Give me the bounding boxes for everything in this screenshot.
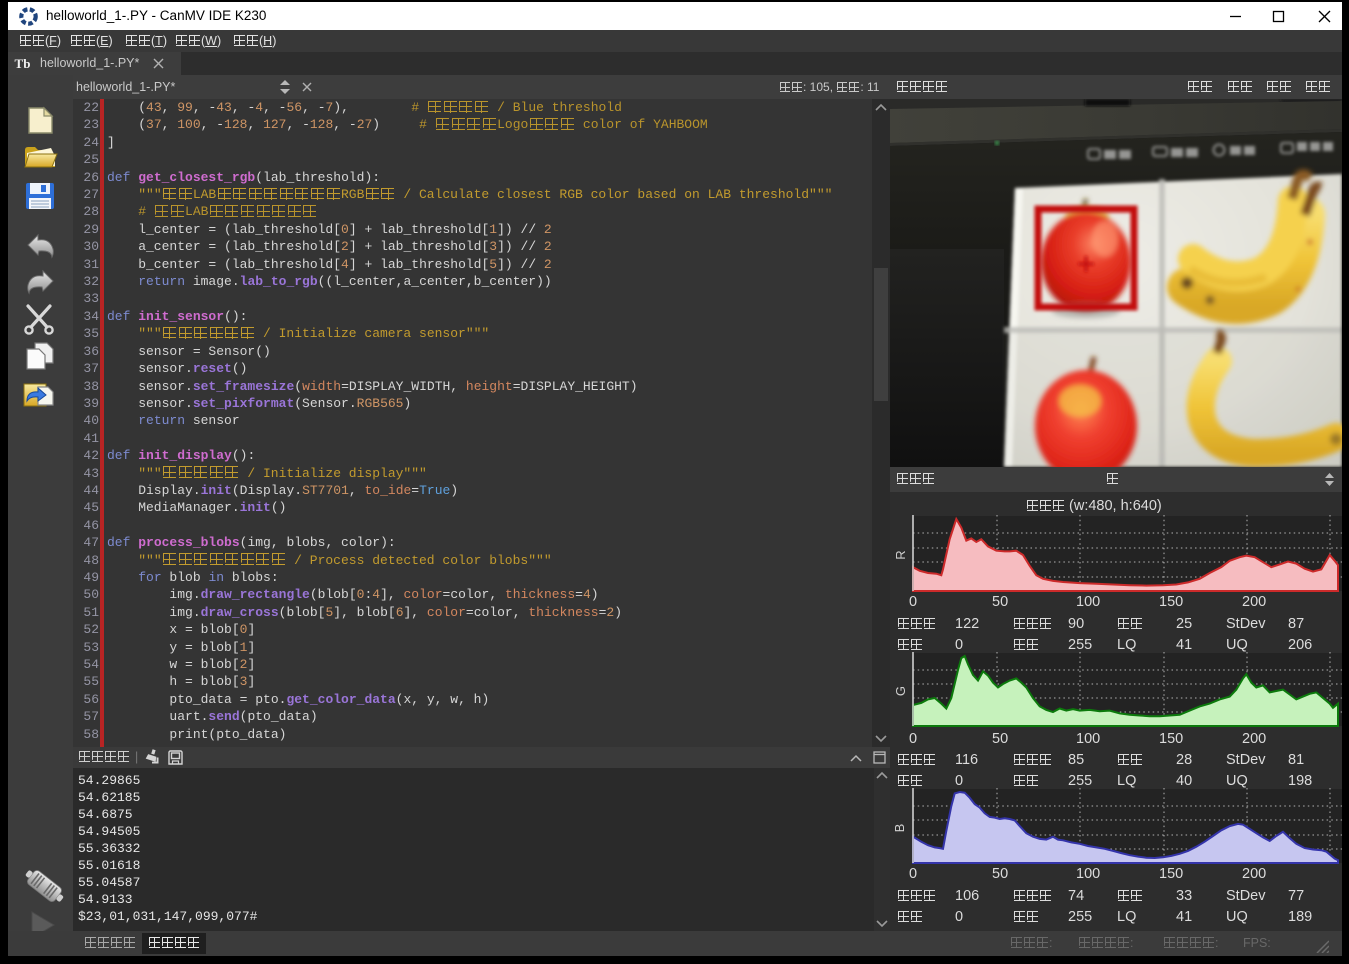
svg-text:B: B: [892, 824, 907, 833]
svg-text:R: R: [893, 550, 908, 559]
svg-text:G: G: [893, 686, 908, 696]
